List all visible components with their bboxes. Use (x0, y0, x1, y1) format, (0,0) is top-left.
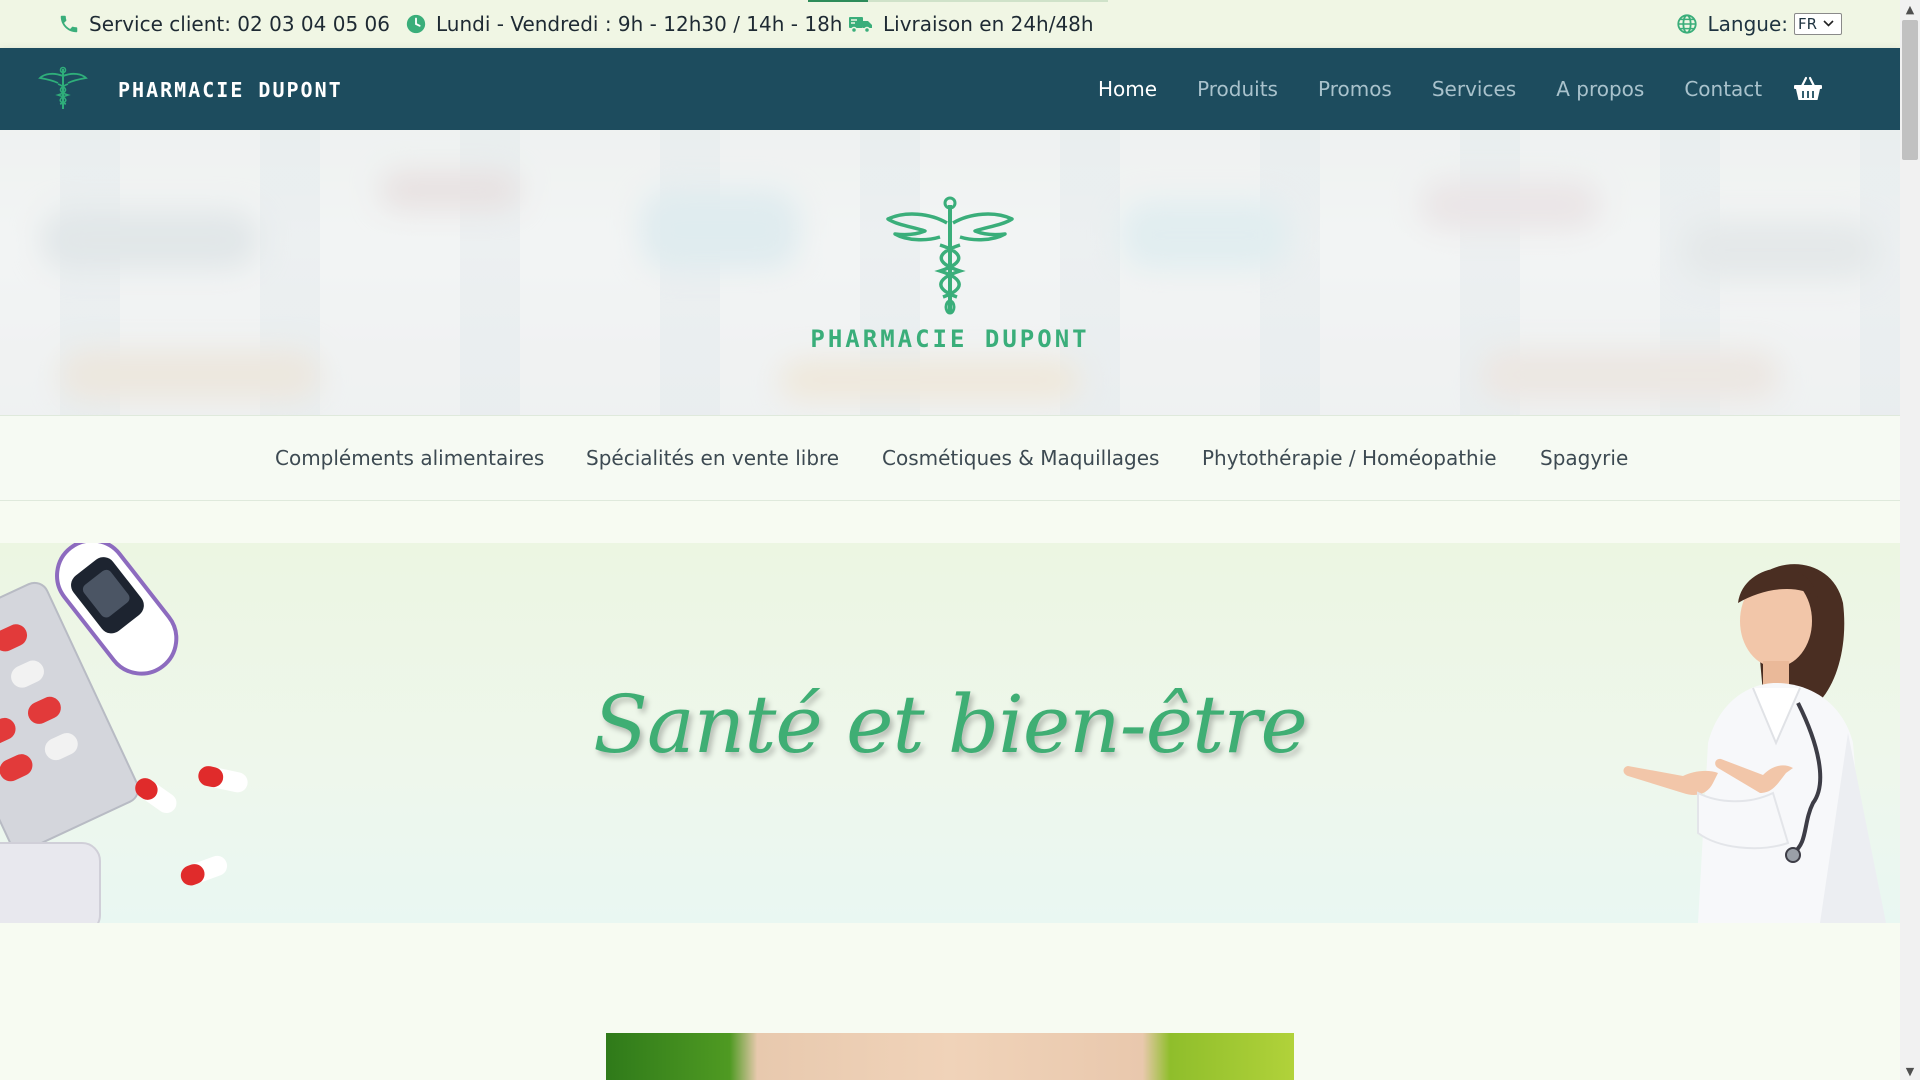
scrollbar-thumb[interactable] (1902, 20, 1918, 160)
phone-icon (60, 15, 78, 33)
language-selector: Langue: FR (1676, 0, 1842, 48)
hero-brand-name: PHARMACIE DUPONT (810, 325, 1090, 353)
nav-item-services[interactable]: Services (1412, 48, 1536, 130)
category-phytotherapie-homeopathie[interactable]: Phytothérapie / Homéopathie (1202, 446, 1497, 470)
basket-icon (1794, 76, 1822, 100)
nav-item-promos[interactable]: Promos (1298, 48, 1412, 130)
category-bar: Compléments alimentaires Spécialités en … (0, 415, 1900, 501)
chevron-down-icon (1823, 20, 1834, 27)
nav-item-home[interactable]: Home (1078, 48, 1178, 136)
cart-button[interactable] (1793, 76, 1823, 106)
truck-icon (849, 17, 872, 34)
main-menu: Home Produits Promos Services A propos C… (1078, 48, 1782, 136)
clock-icon (406, 14, 426, 34)
language-select[interactable]: FR (1794, 13, 1842, 35)
page-scrollbar[interactable]: ▲ ▼ (1900, 0, 1920, 1080)
category-complements-alimentaires[interactable]: Compléments alimentaires (275, 446, 544, 470)
caduceus-icon (38, 66, 88, 109)
delivery-text: Livraison en 24h/48h (883, 12, 1094, 36)
globe-icon (1676, 14, 1697, 34)
customer-service-info: Service client: 02 03 04 05 06 (58, 0, 390, 48)
language-value: FR (1798, 15, 1818, 33)
main-navbar: PHARMACIE DUPONT Home Produits Promos Se… (0, 48, 1900, 136)
category-specialites-vente-libre[interactable]: Spécialités en vente libre (586, 446, 839, 470)
featured-product-image (606, 1033, 1294, 1080)
hero-section: PHARMACIE DUPONT (0, 130, 1900, 415)
category-cosmetiques-maquillages[interactable]: Cosmétiques & Maquillages (882, 446, 1159, 470)
language-label: Langue: (1707, 12, 1789, 36)
top-info-bar: Service client: 02 03 04 05 06 Lundi - V… (0, 0, 1900, 48)
nav-item-contact[interactable]: Contact (1664, 48, 1782, 130)
brand-logo-link[interactable] (38, 66, 88, 112)
customer-service-text: Service client: 02 03 04 05 06 (89, 12, 390, 36)
brand-name[interactable]: PHARMACIE DUPONT (118, 78, 343, 102)
caduceus-icon (886, 196, 1014, 315)
scroll-up-icon[interactable]: ▲ (1900, 0, 1920, 18)
delivery-info: Livraison en 24h/48h (848, 0, 1094, 48)
doctor-image (1623, 564, 1886, 923)
nav-item-produits[interactable]: Produits (1177, 48, 1298, 130)
opening-hours-text: Lundi - Vendredi : 9h - 12h30 / 14h - 18… (436, 12, 843, 36)
scroll-down-icon[interactable]: ▼ (1900, 1062, 1920, 1080)
nav-item-a-propos[interactable]: A propos (1536, 48, 1664, 130)
wellness-banner: Santé et bien-être (0, 543, 1900, 923)
opening-hours-info: Lundi - Vendredi : 9h - 12h30 / 14h - 18… (405, 0, 842, 48)
category-spagyrie[interactable]: Spagyrie (1540, 446, 1628, 470)
